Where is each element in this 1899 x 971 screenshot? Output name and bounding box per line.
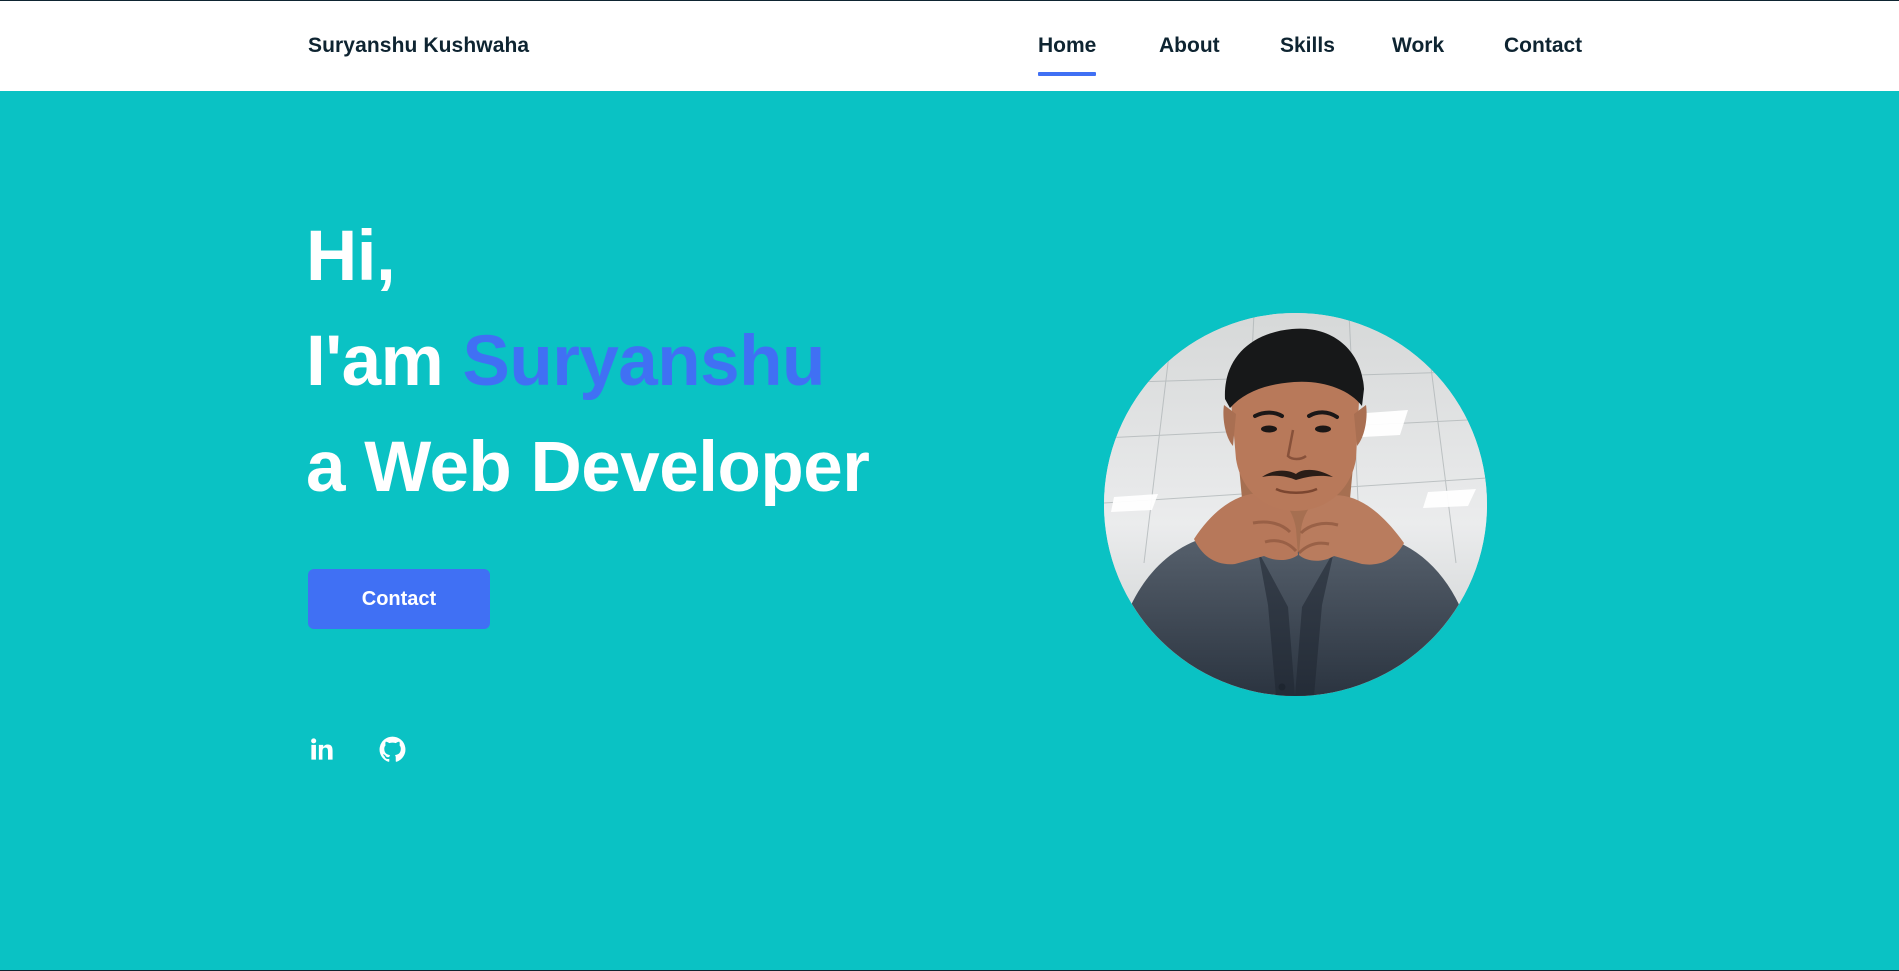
hero-role: a Web Developer [306, 428, 870, 507]
main-navigation: Home About Skills Work Contact [0, 34, 1899, 84]
nav-work[interactable]: Work [1392, 34, 1444, 58]
hero-intro-prefix: I'am [306, 322, 444, 401]
hero-intro: I'am Suryanshu [306, 326, 825, 397]
nav-contact[interactable]: Contact [1504, 34, 1582, 58]
site-header: Suryanshu Kushwaha Home About Skills Wor… [0, 1, 1899, 91]
hero-name: Suryanshu [462, 322, 825, 401]
contact-button[interactable]: Contact [308, 569, 490, 629]
linkedin-icon [311, 738, 333, 760]
github-link[interactable] [377, 734, 407, 764]
linkedin-link[interactable] [307, 734, 337, 764]
github-icon [379, 736, 405, 762]
profile-photo [1104, 313, 1487, 696]
nav-skills[interactable]: Skills [1280, 34, 1335, 58]
nav-home[interactable]: Home [1038, 34, 1097, 76]
profile-portrait-illustration [1104, 313, 1487, 696]
hero-greeting: Hi, [306, 217, 396, 296]
nav-about[interactable]: About [1159, 34, 1220, 58]
